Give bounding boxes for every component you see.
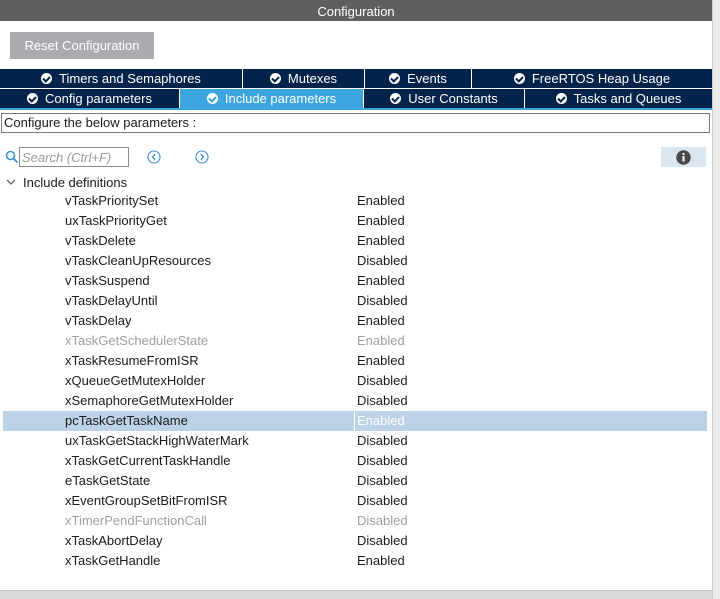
parameter-name: vTaskPrioritySet: [65, 193, 159, 208]
parameter-name: xTaskAbortDelay: [65, 533, 163, 548]
parameter-name: xTaskGetSchedulerState: [65, 333, 209, 348]
parameter-value[interactable]: Disabled: [357, 491, 408, 511]
parameter-row[interactable]: xTaskGetHandle Enabled: [3, 551, 707, 571]
info-button[interactable]: [661, 147, 706, 167]
parameter-row[interactable]: xTaskResumeFromISR Enabled: [3, 351, 707, 371]
parameter-row[interactable]: vTaskDelayUntil Disabled: [3, 291, 707, 311]
parameter-name: xTaskGetCurrentTaskHandle: [65, 453, 231, 468]
tab-tasks-and-queues[interactable]: Tasks and Queues: [525, 89, 712, 108]
parameter-value[interactable]: Disabled: [357, 511, 408, 531]
parameter-row[interactable]: uxTaskGetStackHighWaterMark Disabled: [3, 431, 707, 451]
parameter-name: vTaskCleanUpResources: [65, 253, 211, 268]
tab-label: Timers and Semaphores: [59, 71, 201, 86]
parameter-value[interactable]: Disabled: [357, 391, 408, 411]
chevron-down-icon: [6, 179, 16, 185]
check-circle-icon: [389, 73, 401, 84]
parameter-name: xQueueGetMutexHolder: [65, 373, 206, 388]
parameter-name: uxTaskGetStackHighWaterMark: [65, 433, 249, 448]
parameter-row[interactable]: xTaskAbortDelay Disabled: [3, 531, 707, 551]
horizontal-scrollbar[interactable]: [0, 590, 712, 599]
tab-events[interactable]: Events: [365, 69, 472, 88]
parameter-row[interactable]: uxTaskPriorityGet Enabled: [3, 211, 707, 231]
tab-label: Tasks and Queues: [573, 91, 682, 106]
parameter-name: vTaskSuspend: [65, 273, 150, 288]
parameter-row[interactable]: pcTaskGetTaskName Enabled: [3, 411, 707, 431]
right-edge-scroll: [712, 0, 720, 599]
parameter-row[interactable]: xQueueGetMutexHolder Disabled: [3, 371, 707, 391]
parameter-row[interactable]: xEventGroupSetBitFromISR Disabled: [3, 491, 707, 511]
check-circle-icon: [513, 73, 525, 84]
parameter-value[interactable]: Enabled: [357, 351, 405, 371]
tab-include-parameters[interactable]: Include parameters: [180, 89, 364, 108]
parameter-value[interactable]: Enabled: [357, 311, 405, 331]
parameter-row[interactable]: xTaskGetCurrentTaskHandle Disabled: [3, 451, 707, 471]
parameter-name: xTaskGetHandle: [65, 553, 161, 568]
parameter-value[interactable]: Enabled: [357, 231, 405, 251]
parameter-value[interactable]: Enabled: [357, 271, 405, 291]
parameter-value[interactable]: Disabled: [357, 471, 408, 491]
parameter-name: vTaskDelete: [65, 233, 136, 248]
parameter-row[interactable]: vTaskCleanUpResources Disabled: [3, 251, 707, 271]
reset-configuration-button[interactable]: Reset Configuration: [10, 32, 154, 59]
tabs-underline: [0, 108, 712, 110]
tab-label: Mutexes: [287, 71, 338, 86]
parameter-value[interactable]: Disabled: [357, 531, 408, 551]
parameter-row[interactable]: vTaskPrioritySet Enabled: [3, 191, 707, 211]
check-circle-icon: [41, 73, 53, 84]
check-circle-icon: [27, 93, 39, 104]
parameter-name: uxTaskPriorityGet: [65, 213, 167, 228]
parameter-name: xSemaphoreGetMutexHolder: [65, 393, 234, 408]
tab-config-parameters[interactable]: Config parameters: [0, 89, 180, 108]
parameter-value[interactable]: Enabled: [357, 211, 405, 231]
info-icon: [676, 149, 691, 165]
tab-user-constants[interactable]: User Constants: [364, 89, 525, 108]
parameter-value[interactable]: Disabled: [357, 251, 408, 271]
check-circle-icon: [555, 93, 567, 104]
check-circle-icon: [390, 93, 402, 104]
tab-mutexes[interactable]: Mutexes: [243, 69, 365, 88]
check-circle-icon: [206, 93, 218, 104]
parameter-row[interactable]: vTaskDelay Enabled: [3, 311, 707, 331]
check-circle-icon: [269, 73, 281, 84]
tab-label: Events: [407, 71, 447, 86]
parameter-value[interactable]: Disabled: [357, 451, 408, 471]
parameter-row[interactable]: xSemaphoreGetMutexHolder Disabled: [3, 391, 707, 411]
group-include-definitions[interactable]: Include definitions: [0, 172, 127, 192]
parameter-name: pcTaskGetTaskName: [65, 413, 188, 428]
parameter-value[interactable]: Enabled: [357, 191, 405, 211]
tab-label: Config parameters: [45, 91, 152, 106]
search-previous-icon[interactable]: [147, 150, 161, 164]
parameter-value[interactable]: Enabled: [357, 331, 405, 351]
search-next-icon[interactable]: [195, 150, 209, 164]
tab-timers-and-semaphores[interactable]: Timers and Semaphores: [0, 69, 243, 88]
parameter-row[interactable]: xTimerPendFunctionCall Disabled: [3, 511, 707, 531]
parameter-value[interactable]: Enabled: [354, 411, 405, 431]
window-title: Configuration: [0, 0, 712, 21]
parameter-name: eTaskGetState: [65, 473, 151, 488]
parameter-value[interactable]: Disabled: [357, 431, 408, 451]
parameter-name: vTaskDelay: [65, 313, 132, 328]
parameter-value[interactable]: Enabled: [357, 551, 405, 571]
tab-label: User Constants: [408, 91, 498, 106]
tab-label: FreeRTOS Heap Usage: [531, 71, 671, 86]
parameter-row[interactable]: vTaskDelete Enabled: [3, 231, 707, 251]
tab-label: Include parameters: [224, 91, 337, 106]
parameter-row[interactable]: vTaskSuspend Enabled: [3, 271, 707, 291]
search-input[interactable]: [19, 147, 129, 167]
parameter-name: xTimerPendFunctionCall: [65, 513, 207, 528]
parameter-name: vTaskDelayUntil: [65, 293, 158, 308]
parameter-name: xEventGroupSetBitFromISR: [65, 493, 228, 508]
search-icon: [5, 150, 19, 164]
group-label: Include definitions: [23, 174, 128, 190]
parameter-name: xTaskResumeFromISR: [65, 353, 199, 368]
parameter-row[interactable]: eTaskGetState Disabled: [3, 471, 707, 491]
tab-freertos-heap-usage[interactable]: FreeRTOS Heap Usage: [472, 69, 712, 88]
parameter-value[interactable]: Disabled: [357, 371, 408, 391]
parameter-value[interactable]: Disabled: [357, 291, 408, 311]
configure-instructions: Configure the below parameters :: [1, 113, 710, 133]
parameter-row[interactable]: xTaskGetSchedulerState Enabled: [3, 331, 707, 351]
